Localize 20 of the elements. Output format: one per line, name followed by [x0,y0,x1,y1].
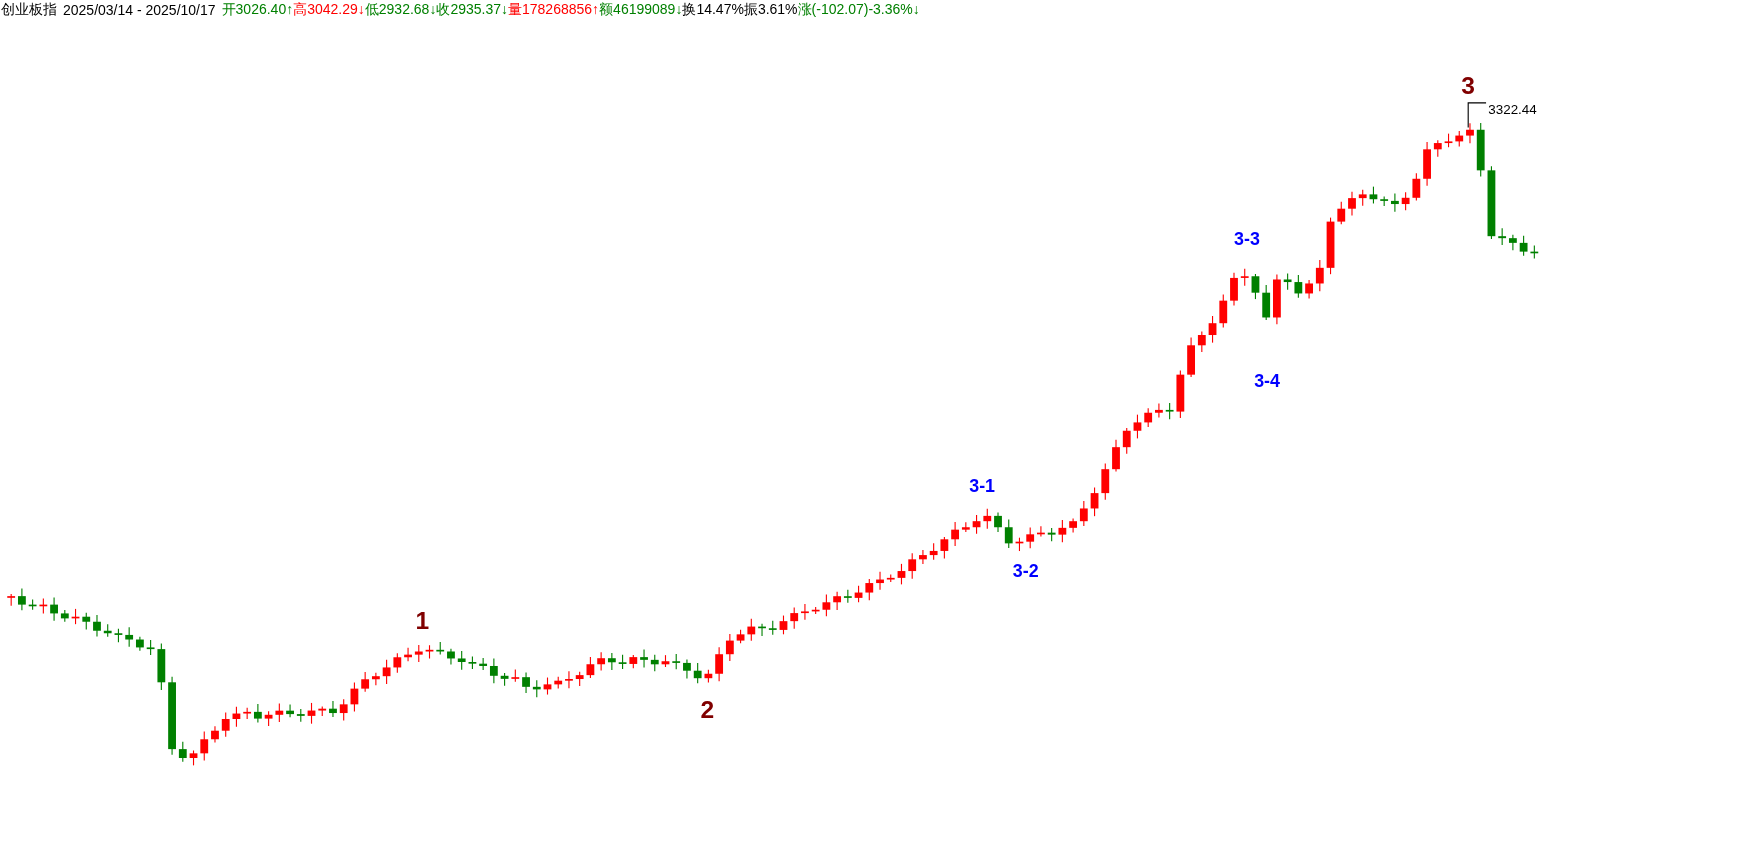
index-title: 创业板指 [1,1,57,19]
wave-label: 3 [1461,71,1476,99]
quote-text: 额46199089↓ [599,1,683,19]
wave-label: 3-1 [969,475,996,496]
wave-label: 2 [700,696,715,724]
quote-text: 量178268856↑ [508,1,600,19]
wave-label: 3-2 [1012,560,1039,581]
wave-label: 1 [415,607,430,635]
quote-text: 收2935.37↓ [436,1,508,19]
date-range: 2025/03/14 - 2025/10/17 [63,2,216,18]
quote-text: 振3.61% [743,1,798,19]
quote-text: 低2932.68↓ [364,1,437,19]
wave-label: 3-4 [1254,370,1280,391]
quote-text: 高3042.29↓ [293,1,365,19]
leader-line [1467,102,1487,128]
quote-text: 涨(-102.07)-3.36%↓ [797,1,920,19]
quote-text: 开3026.40↑ [221,1,294,19]
quote-text: 换14.47% [682,1,744,19]
max-price-label: 3322.44 [1488,102,1537,117]
wave-label: 3-3 [1234,228,1260,249]
